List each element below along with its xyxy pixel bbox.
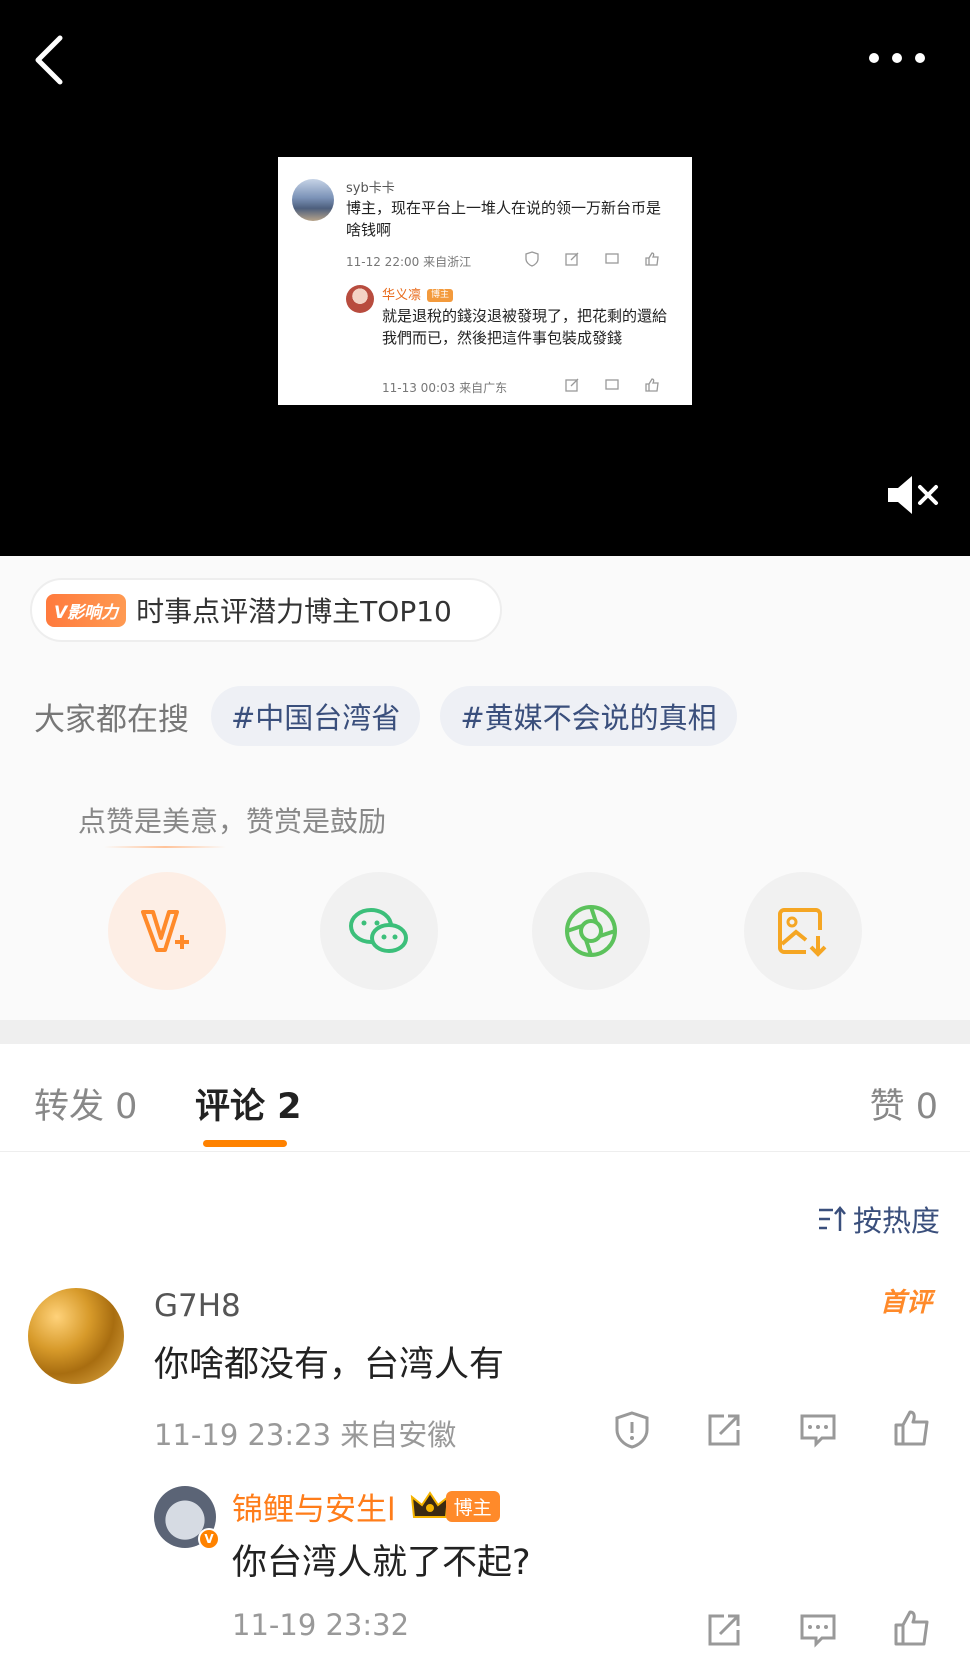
save-image-button[interactable] [744,872,862,990]
avatar[interactable]: V [154,1486,220,1550]
crown-icon [410,1490,449,1518]
reply-icon[interactable] [798,1410,838,1450]
comment-icon [605,379,619,390]
influence-text: 时事点评潜力博主TOP10 [136,595,452,628]
reward-tip: 点赞是美意，赞赏是鼓励 [78,805,387,838]
embedded-comment-meta: 11-12 22:00 来自浙江 [346,255,472,269]
save-image-icon [778,908,827,957]
comment-meta: 11-19 23:23 来自安徽 [154,1418,457,1452]
share-wechat-button[interactable] [320,872,438,990]
avatar [346,285,374,313]
speaker-muted-icon [888,476,938,514]
sort-label: 按热度 [852,1204,940,1238]
share-moments-button[interactable] [532,872,650,990]
comment-icon [605,253,619,264]
report-icon[interactable] [612,1410,652,1450]
first-comment-tag: 首评 [879,1288,932,1318]
tab-repost[interactable]: 转发 0 [34,1078,137,1129]
section-separator [0,1020,970,1044]
wechat-icon [349,908,408,953]
interaction-tabs: 转发 0 评论 2 赞 0 [0,1044,970,1152]
share-icon [565,378,579,392]
reward-button[interactable] [108,872,226,990]
sort-button[interactable]: 按热度 [817,1198,940,1240]
trending-search-row: 大家都在搜 #中国台湾省 #黄媒不会说的真相 [34,686,757,746]
back-button[interactable] [30,30,78,90]
like-icon[interactable] [892,1608,932,1648]
trending-search-label: 大家都在搜 [34,701,189,738]
verified-icon: V [198,1528,220,1550]
more-button[interactable] [862,38,932,78]
share-icon [565,252,579,266]
comment-list: 按热度 G7H8 首评 你啥都没有，台湾人有 11-19 23:23 来自安徽 … [0,1152,970,1654]
comment-username[interactable]: G7H8 [154,1288,241,1324]
influence-tag: V影响力 [46,593,127,627]
tab-likes[interactable]: 赞 0 [870,1078,938,1129]
topic-chip[interactable]: #黄媒不会说的真相 [440,686,737,746]
reply-meta: 11-19 23:32 [232,1608,410,1642]
like-icon [645,378,659,392]
embedded-reply-meta: 11-13 00:03 来自广东 [382,381,508,395]
divider [104,846,226,848]
blogger-badge: 博主 [445,1491,500,1522]
more-dots-icon [869,53,925,63]
avatar [292,179,334,221]
avatar[interactable] [28,1288,124,1384]
embedded-username: syb卡卡 [346,181,395,196]
reply-icon[interactable] [798,1610,838,1650]
influence-badge[interactable]: V影响力 时事点评潜力博主TOP10 [30,578,502,642]
reply-text: 你台湾人就了不起? [232,1543,531,1583]
topic-chip[interactable]: #中国台湾省 [211,686,421,746]
tab-comments[interactable]: 评论 2 [195,1078,302,1129]
embedded-comment-text: 博主，现在平台上一堆人在说的领一万新台币是啥钱啊 [346,199,662,239]
embedded-reply-username: 华义凛 博主 [382,284,454,303]
mute-button[interactable] [884,470,944,520]
reply-username: 锦鲤与安生l [232,1492,396,1528]
report-icon [525,251,539,267]
embedded-reply-text: 就是退稅的錢沒退被發現了，把花剩的還給我們而已，然後把這件事包裝成發錢 [382,307,668,347]
sort-icon [818,1206,846,1231]
share-icon[interactable] [704,1610,744,1650]
v-plus-icon [141,910,189,952]
video-player[interactable]: syb卡卡 博主，现在平台上一堆人在说的领一万新台币是啥钱啊 11-12 22:… [0,0,970,556]
embedded-comment-screenshot: syb卡卡 博主，现在平台上一堆人在说的领一万新台币是啥钱啊 11-12 22:… [278,157,692,405]
comment-text: 你啥都没有，台湾人有 [154,1345,505,1385]
like-icon[interactable] [892,1408,932,1448]
reply-username-row[interactable]: 锦鲤与安生l 博主 [232,1484,500,1529]
active-tab-indicator [203,1140,287,1147]
share-icon[interactable] [704,1410,744,1450]
moments-icon [565,905,617,957]
chevron-left-icon [35,35,63,85]
like-icon [645,252,659,266]
